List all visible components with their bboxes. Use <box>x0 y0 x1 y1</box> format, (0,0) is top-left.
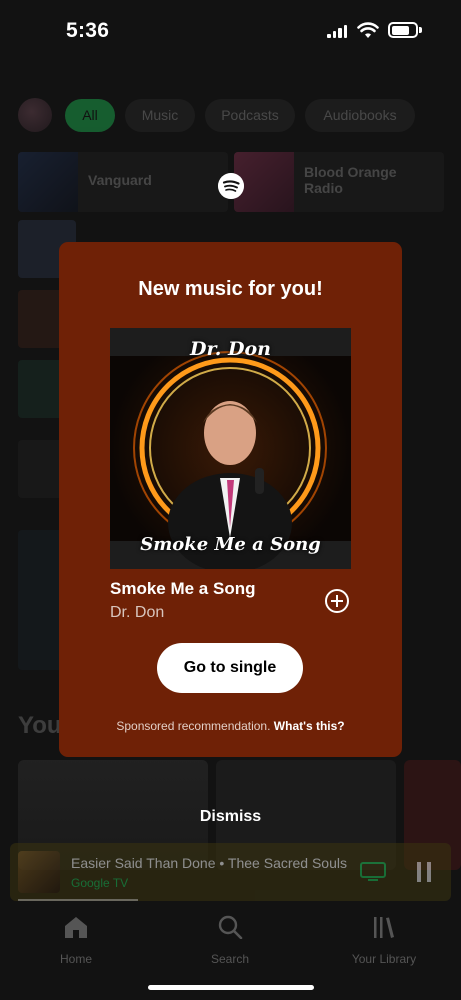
home-indicator <box>148 985 314 990</box>
filter-chip-audiobooks[interactable]: Audiobooks <box>305 99 415 132</box>
sponsored-text: Sponsored recommendation. <box>116 719 271 733</box>
tile-label: Vanguard <box>88 172 152 188</box>
shortcut-tile[interactable]: Vanguard <box>18 152 228 212</box>
status-bar: 5:36 <box>0 0 461 62</box>
filter-chip-music[interactable]: Music <box>125 99 195 132</box>
tile-label: Blood Orange Radio <box>304 164 397 196</box>
add-to-library-icon[interactable] <box>325 589 349 613</box>
now-playing-thumbnail <box>18 851 60 893</box>
song-artist: Dr. Don <box>110 604 165 621</box>
profile-avatar[interactable] <box>18 98 52 132</box>
album-artwork: Dr. Don Smoke Me a Song <box>110 328 351 569</box>
sponsored-recommendation-modal: New music for you! Dr. Don Smoke Me a So <box>59 242 402 757</box>
wifi-icon <box>357 22 379 38</box>
pause-icon[interactable] <box>415 861 433 883</box>
nav-library-label: Your Library <box>351 952 417 966</box>
nav-search-label: Search <box>210 952 250 966</box>
dismiss-button[interactable]: Dismiss <box>0 808 461 826</box>
shortcut-tile[interactable]: Blood Orange Radio <box>234 152 444 212</box>
battery-icon <box>388 22 422 38</box>
sponsored-note: Sponsored recommendation. What's this? <box>59 719 402 733</box>
nav-library[interactable]: Your Library <box>329 915 439 966</box>
modal-title: New music for you! <box>138 278 323 300</box>
spotify-logo-icon <box>218 173 244 199</box>
status-time: 5:36 <box>66 19 110 42</box>
filter-chip-all[interactable]: All <box>65 99 115 132</box>
nav-home[interactable]: Home <box>21 915 131 966</box>
song-title: Smoke Me a Song <box>110 579 256 598</box>
filter-chip-podcasts[interactable]: Podcasts <box>205 99 295 132</box>
tile-thumbnail <box>18 152 78 212</box>
library-icon <box>374 917 394 938</box>
cellular-signal-icon <box>327 25 347 38</box>
now-playing-track: Easier Said Than Done • Thee Sacred Soul… <box>71 855 347 871</box>
nav-home-label: Home <box>59 952 92 966</box>
connect-device-icon[interactable] <box>360 862 386 882</box>
go-to-single-button[interactable]: Go to single <box>157 643 303 693</box>
artwork-illustration <box>110 328 351 569</box>
home-icon <box>65 917 87 938</box>
artwork-title-text: Smoke Me a Song <box>140 534 321 555</box>
nav-search[interactable]: Search <box>175 915 285 966</box>
search-icon <box>218 915 243 940</box>
playback-progress-bar <box>18 899 138 901</box>
artwork-artist-text: Dr. Don <box>190 338 271 360</box>
now-playing-device: Google TV <box>71 876 129 890</box>
whats-this-link[interactable]: What's this? <box>274 719 345 733</box>
mini-player[interactable]: Easier Said Than Done • Thee Sacred Soul… <box>10 843 451 901</box>
section-heading: You <box>18 712 62 739</box>
